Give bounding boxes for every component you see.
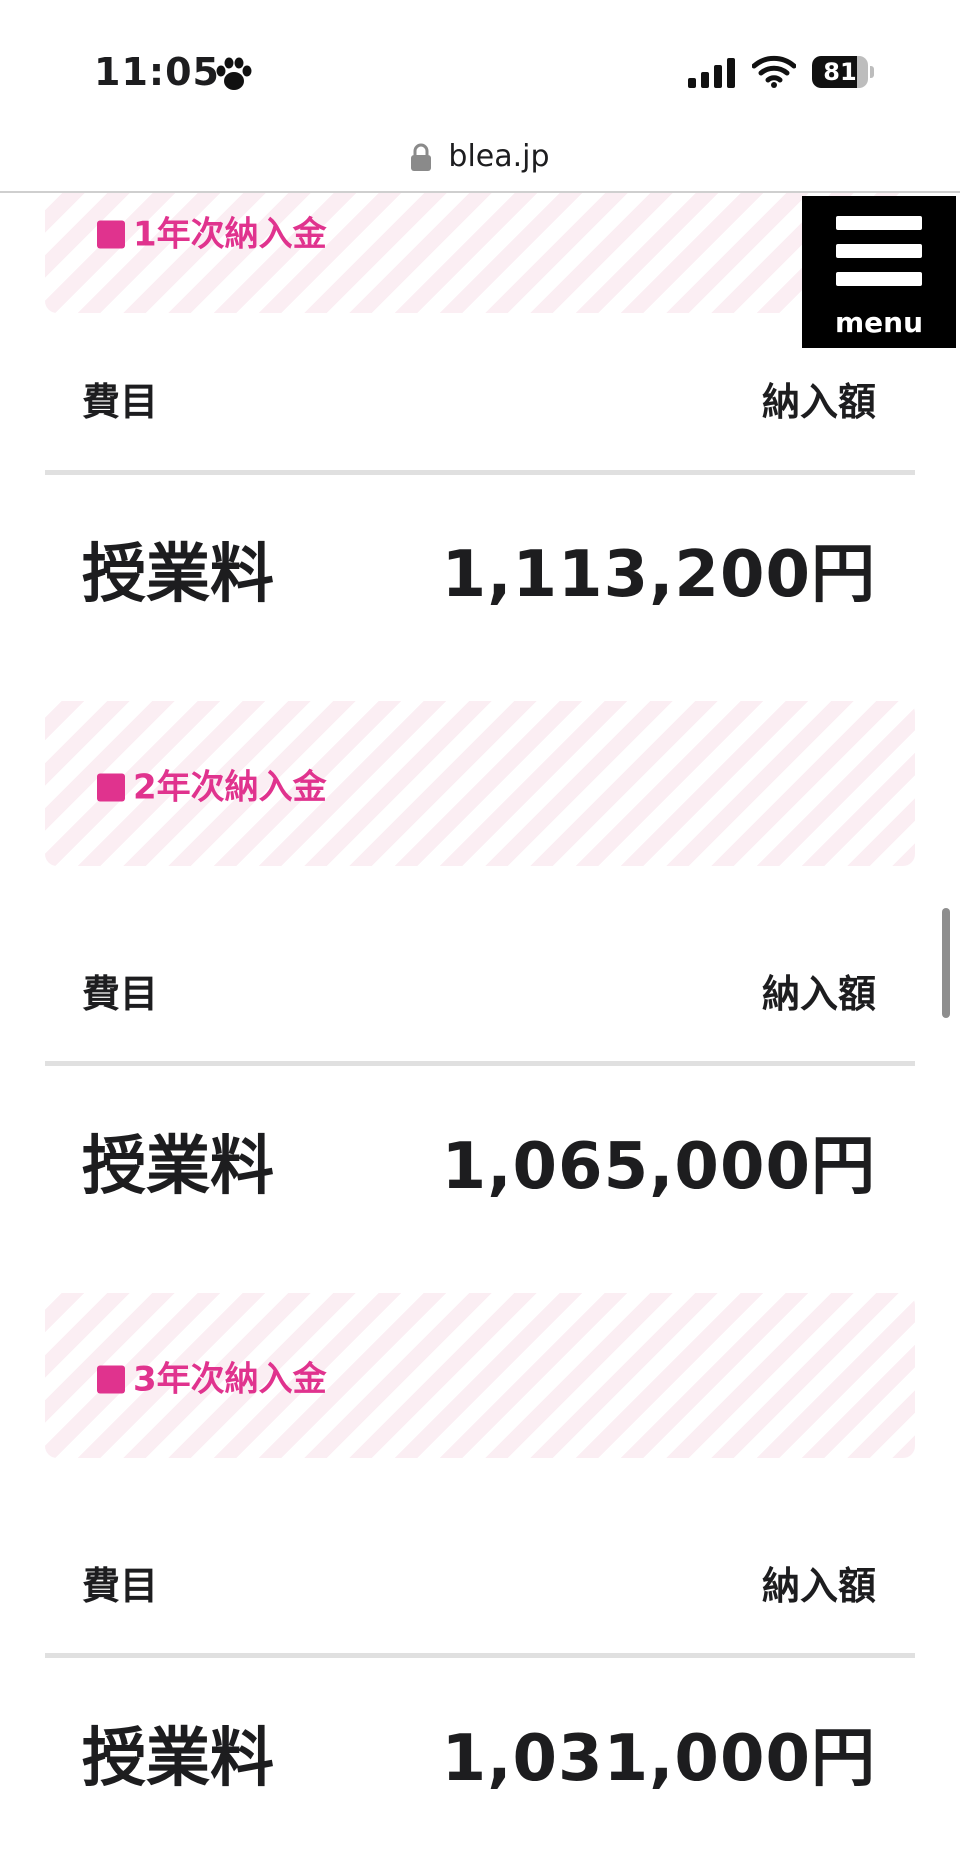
hamburger-line (836, 272, 922, 286)
row-divider (45, 470, 915, 475)
square-marker-icon (97, 220, 125, 248)
url-bar-inner: blea.jp (0, 120, 960, 192)
year-title: 3年次納入金 (97, 1351, 327, 1400)
column-header-amount: 納入額 (761, 380, 876, 424)
hamburger-line (836, 244, 922, 258)
column-header-item: 費目 (82, 1564, 159, 1608)
year-header-2: 2年次納入金 (45, 701, 915, 866)
page-content[interactable]: 1年次納入金 費目 納入額 授業料 1,113,200円 2年次納入金 費目 納… (0, 193, 960, 1857)
scrollbar-thumb[interactable] (942, 908, 950, 1018)
lock-icon (411, 143, 432, 171)
year-title: 2年次納入金 (97, 759, 327, 808)
fee-item: 授業料 (82, 1130, 274, 1204)
url-text: blea.jp (448, 138, 550, 174)
url-bar[interactable]: blea.jp (0, 120, 960, 192)
column-header-amount: 納入額 (761, 1564, 876, 1608)
row-divider (45, 1653, 915, 1658)
row-divider (45, 1061, 915, 1066)
year-header-3: 3年次納入金 (45, 1293, 915, 1458)
status-time: 11:05 (94, 50, 220, 94)
battery-body: 81 (812, 56, 868, 88)
fee-amount: 1,113,200円 (441, 538, 876, 612)
year-title-text: 1年次納入金 (133, 214, 327, 254)
battery-icon: 81 (812, 56, 874, 88)
paw-icon (216, 57, 252, 90)
fee-amount: 1,031,000円 (441, 1722, 876, 1796)
wifi-icon (752, 55, 796, 88)
square-marker-icon (97, 773, 125, 801)
column-header-item: 費目 (82, 972, 159, 1016)
column-header-amount: 納入額 (761, 972, 876, 1016)
menu-label: menu (834, 306, 924, 339)
fee-item: 授業料 (82, 1722, 274, 1796)
year-title-text: 3年次納入金 (133, 1359, 327, 1399)
column-header-item: 費目 (82, 380, 159, 424)
battery-level: 81 (823, 58, 857, 86)
fee-amount: 1,065,000円 (441, 1130, 876, 1204)
hamburger-line (836, 216, 922, 230)
year-title-text: 2年次納入金 (133, 767, 327, 807)
year-header-1: 1年次納入金 (45, 193, 915, 313)
signal-icon (688, 58, 735, 88)
status-bar: 11:05 81 (0, 0, 960, 130)
menu-button[interactable]: menu (802, 196, 956, 348)
fee-item: 授業料 (82, 538, 274, 612)
square-marker-icon (97, 1365, 125, 1393)
year-title: 1年次納入金 (97, 206, 327, 255)
battery-tip (870, 66, 874, 78)
